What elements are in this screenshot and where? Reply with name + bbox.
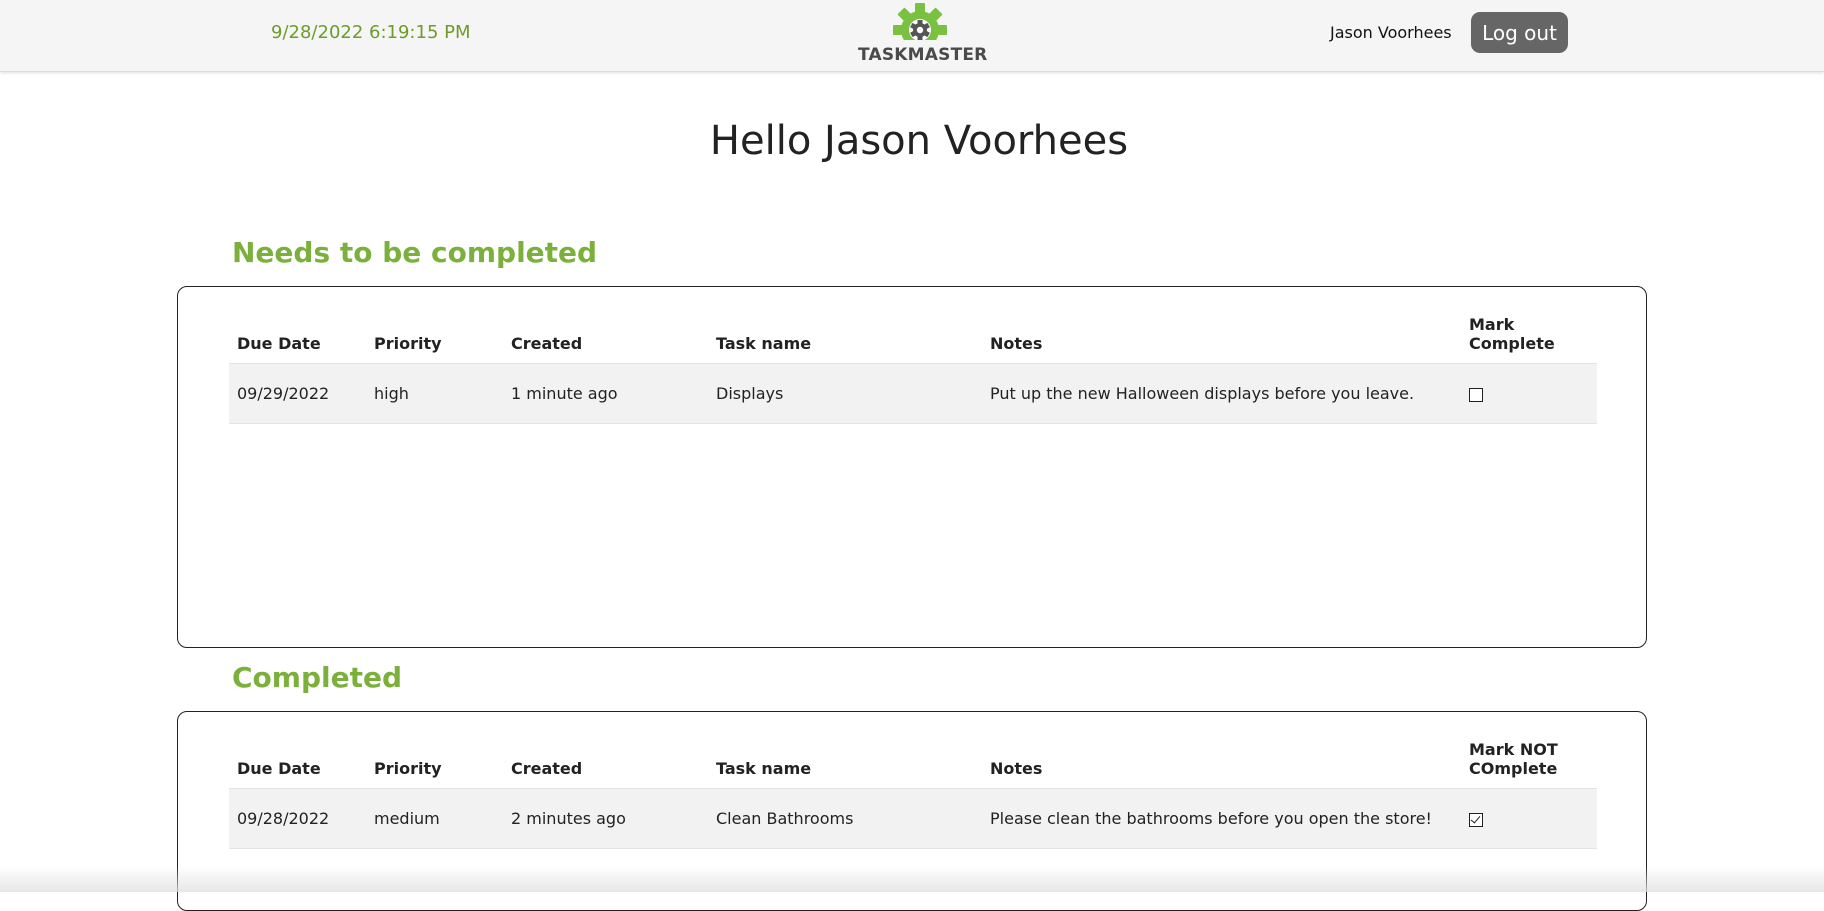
column-header-task-name: Task name	[716, 334, 812, 353]
user-name: Jason Voorhees	[1330, 23, 1452, 42]
taskmaster-logo[interactable]: TASKMASTER	[858, 3, 988, 65]
incomplete-section-title: Needs to be completed	[232, 236, 598, 269]
column-header-notes: Notes	[990, 759, 1043, 778]
column-header-priority: Priority	[374, 334, 442, 353]
logo-text: TASKMASTER	[858, 45, 988, 65]
checkbox-unchecked-icon[interactable]	[1469, 387, 1483, 402]
current-datetime: 9/28/2022 6:19:15 PM	[271, 22, 471, 43]
completed-section-title: Completed	[232, 661, 403, 694]
logout-button[interactable]: Log out	[1471, 12, 1568, 53]
cell-priority: high	[366, 363, 503, 424]
top-header: 9/28/2022 6:19:15 PM TASKMASTER Jason Vo…	[0, 0, 1824, 72]
cell-notes: Please clean the bathrooms before you op…	[982, 788, 1461, 849]
table-row: 09/28/2022 medium 2 minutes ago Clean Ba…	[229, 788, 1597, 849]
cell-task-name: Clean Bathrooms	[708, 788, 982, 849]
table-row: 09/29/2022 high 1 minute ago Displays Pu…	[229, 363, 1597, 424]
page-title: Hello Jason Voorhees	[709, 118, 1129, 164]
column-header-due-date: Due Date	[237, 334, 321, 353]
completed-tasks-table: Due Date Priority Created Task name Note…	[229, 740, 1597, 849]
cell-mark-complete	[1461, 363, 1597, 424]
cell-notes: Put up the new Halloween displays before…	[982, 363, 1461, 424]
cell-due-date: 09/29/2022	[229, 363, 366, 424]
column-header-task-name: Task name	[716, 759, 812, 778]
incomplete-tasks-card: Due Date Priority Created Task name Note…	[177, 286, 1647, 648]
table-header-row: Due Date Priority Created Task name Note…	[229, 315, 1597, 364]
column-header-created: Created	[511, 334, 583, 353]
incomplete-tasks-table: Due Date Priority Created Task name Note…	[229, 315, 1597, 424]
column-header-due-date: Due Date	[237, 759, 321, 778]
gear-icon	[890, 3, 950, 49]
cell-priority: medium	[366, 788, 503, 849]
column-header-mark-not-complete: Mark NOT COmplete	[1469, 740, 1558, 778]
column-header-created: Created	[511, 759, 583, 778]
cell-mark-not-complete	[1461, 788, 1597, 849]
checkbox-checked-icon[interactable]	[1469, 812, 1483, 827]
column-header-priority: Priority	[374, 759, 442, 778]
column-header-notes: Notes	[990, 334, 1043, 353]
bottom-scroll-shadow	[0, 866, 1824, 892]
cell-due-date: 09/28/2022	[229, 788, 366, 849]
column-header-mark-complete: Mark Complete	[1469, 315, 1555, 353]
table-header-row: Due Date Priority Created Task name Note…	[229, 740, 1597, 789]
cell-created: 2 minutes ago	[503, 788, 708, 849]
cell-task-name: Displays	[708, 363, 982, 424]
cell-created: 1 minute ago	[503, 363, 708, 424]
